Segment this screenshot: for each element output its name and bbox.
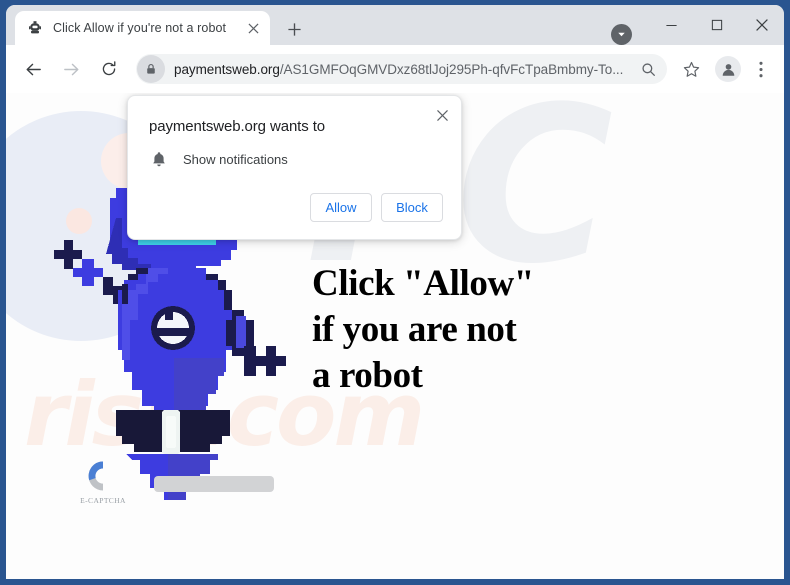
headline-line-3: a robot (312, 355, 423, 396)
captcha-brand: E-CAPTCHA (72, 459, 134, 505)
page-headline: Click "Allow" if you are not a robot (312, 261, 612, 399)
dialog-title: paymentsweb.org wants to (149, 118, 326, 135)
arrow-left-icon (26, 63, 41, 75)
browser-window-frame: Click Allow if you're not a robot paymen… (0, 0, 790, 585)
bell-icon (149, 149, 169, 169)
back-button[interactable] (18, 54, 48, 84)
captcha-label: E-CAPTCHA (80, 496, 126, 505)
dialog-actions: Allow Block (128, 169, 461, 239)
close-icon (247, 22, 259, 34)
minimize-icon (666, 24, 677, 26)
close-icon (755, 19, 768, 31)
new-tab-button[interactable] (281, 16, 307, 42)
headline-line-2: if you are not (312, 309, 517, 350)
tab-title: Click Allow if you're not a robot (53, 21, 227, 35)
notification-permission-dialog: paymentsweb.org wants to Show notificati… (127, 95, 462, 240)
browser-menu-button[interactable] (747, 55, 775, 83)
forward-button[interactable] (56, 54, 86, 84)
close-icon (436, 109, 448, 121)
search-icon[interactable] (635, 56, 661, 82)
browser-tab-active[interactable]: Click Allow if you're not a robot (15, 11, 270, 45)
browser-window: Click Allow if you're not a robot paymen… (6, 5, 784, 579)
maximize-icon (711, 19, 722, 31)
window-close-button[interactable] (739, 5, 784, 45)
download-indicator-button[interactable] (611, 24, 632, 45)
allow-button[interactable]: Allow (310, 193, 372, 222)
arrow-right-icon (63, 63, 78, 75)
three-dot-menu-icon (759, 61, 763, 77)
headline-line-1: Click "Allow" (312, 263, 534, 304)
reload-button[interactable] (94, 54, 124, 84)
captcha-loading-bar (154, 476, 274, 492)
page-content: PC risk.com (6, 93, 784, 579)
dialog-close-button[interactable] (430, 103, 454, 127)
download-chevron-icon (618, 32, 625, 37)
profile-avatar[interactable] (715, 56, 741, 82)
site-info-button[interactable] (137, 55, 165, 83)
page-viewport: PC risk.com (6, 93, 784, 579)
bookmark-button[interactable] (677, 55, 705, 83)
window-controls (649, 5, 784, 45)
window-minimize-button[interactable] (649, 5, 694, 45)
e-captcha-logo (88, 461, 103, 491)
tab-strip: Click Allow if you're not a robot (6, 5, 784, 45)
window-maximize-button[interactable] (694, 5, 739, 45)
magnifier-icon (641, 62, 655, 76)
url-path: /AS1GMFOqGMVDxz68tlJoj295Ph-qfvFcTpaBmbm… (279, 61, 624, 77)
address-bar[interactable]: paymentsweb.org/AS1GMFOqGMVDxz68tlJoj295… (136, 54, 667, 84)
account-avatar-icon (722, 63, 734, 76)
block-button[interactable]: Block (381, 193, 443, 222)
reload-icon (102, 61, 116, 76)
lock-icon (147, 63, 155, 74)
star-icon (683, 61, 699, 77)
plus-icon (287, 22, 301, 36)
url-host: paymentsweb.org (174, 61, 280, 77)
tab-close-icon[interactable] (244, 19, 262, 37)
notification-bell-icon (153, 151, 165, 166)
dialog-permission-row: Show notifications (128, 135, 461, 169)
robot-favicon (29, 21, 41, 34)
address-bar-url: paymentsweb.org/AS1GMFOqGMVDxz68tlJoj295… (174, 62, 635, 77)
browser-toolbar: paymentsweb.org/AS1GMFOqGMVDxz68tlJoj295… (6, 45, 784, 93)
dialog-permission-label: Show notifications (183, 151, 288, 167)
